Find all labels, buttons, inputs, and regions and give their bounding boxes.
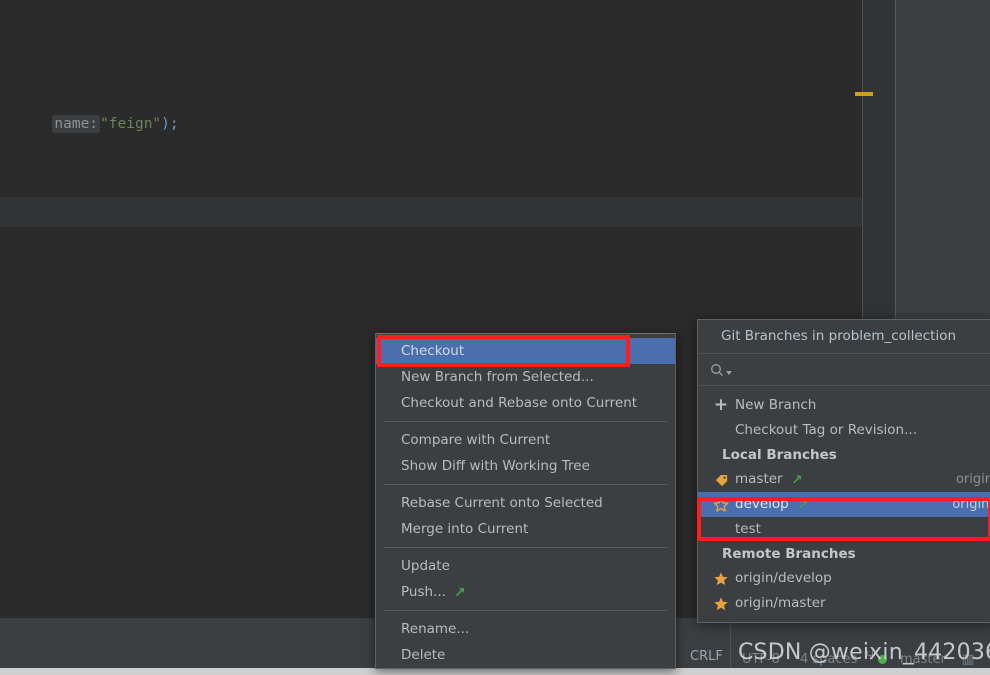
status-divider — [730, 618, 731, 668]
code-string-literal: "feign" — [100, 116, 162, 132]
menu-item-merge-into-current[interactable]: Merge into Current — [376, 516, 675, 542]
menu-item-delete[interactable]: Delete — [376, 642, 675, 668]
menu-item-checkout-and-rebase[interactable]: Checkout and Rebase onto Current — [376, 390, 675, 416]
push-arrow-icon: ↗ — [453, 585, 466, 601]
git-branches-list: + New Branch Checkout Tag or Revision...… — [698, 386, 990, 622]
search-icon[interactable] — [710, 363, 732, 377]
star-outline-icon — [710, 497, 732, 513]
warning-marker-icon[interactable] — [855, 92, 873, 96]
sync-arrow-icon: ↗ — [797, 498, 809, 513]
code-line: name: "feign"); — [0, 91, 179, 133]
status-encoding[interactable]: UTF-8 — [742, 652, 780, 667]
star-filled-icon — [710, 571, 732, 587]
menu-item-checkout[interactable]: Checkout — [376, 338, 675, 364]
git-branch-master-tracking: origin/m — [955, 472, 990, 487]
menu-item-show-diff-with-working-tree[interactable]: Show Diff with Working Tree — [376, 453, 675, 479]
menu-item-compare-with-current[interactable]: Compare with Current — [376, 427, 675, 453]
git-branch-master-label: master — [735, 471, 783, 487]
branch-status-dot-icon — [878, 655, 887, 664]
git-popup-title: Git Branches in problem_collection — [698, 320, 990, 354]
menu-separator — [384, 484, 667, 485]
menu-item-new-branch-from-selected[interactable]: New Branch from Selected... — [376, 364, 675, 390]
chevron-down-icon[interactable] — [726, 370, 732, 375]
git-action-new-branch[interactable]: + New Branch — [698, 393, 990, 418]
parameter-hint: name: — [52, 115, 101, 133]
git-branches-popup[interactable]: Git Branches in problem_collection + New… — [697, 319, 990, 623]
git-branch-origin-master[interactable]: origin/master — [698, 591, 990, 616]
git-branch-develop-tracking: origin/de — [952, 497, 990, 512]
git-branch-test-label: test — [735, 521, 761, 537]
git-section-local-branches: Local Branches — [722, 447, 837, 463]
git-branch-origin-master-label: origin/master — [735, 595, 826, 611]
window-bottom-edge — [0, 668, 990, 675]
git-branch-develop[interactable]: develop ↗ origin/de — [698, 492, 990, 517]
code-editor[interactable]: name: "feign"); — [0, 0, 862, 197]
menu-separator — [384, 547, 667, 548]
menu-item-rename[interactable]: Rename... — [376, 616, 675, 642]
git-action-checkout-tag-label: Checkout Tag or Revision... — [735, 422, 917, 438]
git-branch-search-field[interactable] — [698, 354, 990, 386]
menu-item-rebase-current-onto-selected[interactable]: Rebase Current onto Selected — [376, 490, 675, 516]
status-branch[interactable]: master — [900, 652, 946, 667]
menu-item-update[interactable]: Update — [376, 553, 675, 579]
lock-icon[interactable]: ▥ — [962, 652, 974, 667]
menu-item-push-label: Push... — [401, 584, 446, 600]
menu-separator — [384, 610, 667, 611]
git-branch-develop-label: develop — [735, 496, 789, 512]
sync-arrow-icon: ↗ — [791, 473, 803, 488]
menu-item-push[interactable]: Push... ↗ — [376, 579, 675, 605]
star-filled-icon — [710, 596, 732, 612]
editor-band-upper — [0, 197, 862, 227]
plus-icon: + — [713, 395, 729, 415]
git-branch-origin-develop[interactable]: origin/develop — [698, 566, 990, 591]
git-action-checkout-tag-or-revision[interactable]: Checkout Tag or Revision... — [698, 418, 990, 443]
code-punctuation: ); — [161, 116, 179, 132]
tag-icon — [710, 472, 732, 487]
status-line-ending[interactable]: CRLF — [690, 649, 723, 664]
status-indent[interactable]: 4 spaces — [800, 652, 857, 667]
git-section-remote-branches: Remote Branches — [722, 546, 856, 562]
git-branch-origin-develop-label: origin/develop — [735, 570, 832, 586]
git-branch-master[interactable]: master ↗ origin/m — [698, 467, 990, 492]
git-action-new-branch-label: New Branch — [735, 397, 817, 413]
branch-context-menu[interactable]: Checkout New Branch from Selected... Che… — [375, 333, 676, 669]
git-branch-test[interactable]: test — [698, 517, 990, 542]
menu-separator — [384, 421, 667, 422]
branch-icon: ⑂ — [866, 648, 875, 664]
